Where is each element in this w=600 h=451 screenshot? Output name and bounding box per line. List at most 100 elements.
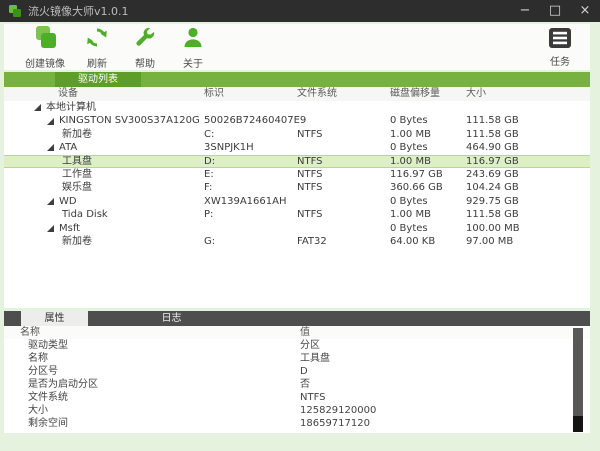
property-value: 否: [300, 378, 310, 391]
bottom-tab-bar: 属性 日志: [4, 311, 590, 326]
property-name: 文件系统: [28, 391, 68, 404]
device-label: 工具盘: [62, 155, 92, 168]
size-cell: 464.90 GB: [466, 141, 519, 154]
device-label: KINGSTON SV300S37A120G: [59, 114, 200, 127]
about-button[interactable]: 关于: [170, 26, 216, 68]
size-cell: 100.00 MB: [466, 222, 520, 235]
drive-row[interactable]: 娱乐盘F:NTFS360.66 GB104.24 GB: [4, 181, 590, 194]
size-cell: 97.00 MB: [466, 235, 513, 248]
maximize-button[interactable]: □: [548, 0, 562, 22]
properties-table-body: 驱动类型 分区名称工具盘分区号D是否为启动分区 否文件系统 NTFS 大小 1258291…: [4, 339, 590, 433]
expand-triangle-icon[interactable]: [47, 225, 54, 232]
property-row[interactable]: 分区号D: [4, 365, 590, 378]
toolbar-button-label: 任务: [550, 53, 570, 68]
device-cell: Tida Disk: [4, 208, 108, 221]
offset-cell: 0 Bytes: [390, 114, 428, 127]
expand-triangle-icon[interactable]: [47, 118, 54, 125]
column-header-offset: 磁盘偏移量: [390, 87, 440, 101]
tab-log[interactable]: 日志: [138, 311, 205, 326]
drive-row[interactable]: WDXW139A1661AH0 Bytes929.75 GB: [4, 195, 590, 208]
drive-row[interactable]: 新加卷G:FAT3264.00 KB97.00 MB: [4, 235, 590, 248]
device-cell: WD: [4, 195, 77, 208]
id-cell: XW139A1661AH: [204, 195, 286, 208]
toolbar-button-label: 创建镜像: [25, 55, 65, 70]
task-list-icon: [549, 28, 571, 52]
property-name: 是否为启动分区: [28, 378, 98, 391]
device-cell: ATA: [4, 141, 77, 154]
toolbar-button-label: 帮助: [135, 55, 155, 70]
help-button[interactable]: 帮助: [122, 26, 168, 68]
property-row[interactable]: 文件系统 NTFS: [4, 391, 590, 404]
scrollbar-thumb[interactable]: [573, 416, 583, 432]
refresh-button[interactable]: 刷新: [74, 26, 120, 68]
drive-row[interactable]: 工作盘E:NTFS116.97 GB243.69 GB: [4, 168, 590, 181]
id-cell: 3SNPJK1H: [204, 141, 254, 154]
offset-cell: 1.00 MB: [390, 155, 431, 168]
column-header-value: 值: [300, 326, 310, 339]
property-row[interactable]: 驱动类型 分区: [4, 339, 590, 352]
drive-row[interactable]: 工具盘 D: NTFS 1.00 MB 116.97 GB: [4, 155, 590, 168]
drive-row[interactable]: 本地计算机: [4, 101, 590, 114]
size-cell: 111.58 GB: [466, 208, 519, 221]
id-cell: E:: [204, 168, 214, 181]
minimize-button[interactable]: −: [518, 0, 532, 22]
tab-properties[interactable]: 属性: [21, 311, 88, 326]
offset-cell: 1.00 MB: [390, 128, 431, 141]
column-header-filesystem: 文件系统: [297, 87, 337, 101]
property-value: 分区: [300, 339, 320, 352]
property-value: 18659717120: [300, 417, 370, 430]
id-cell: C:: [204, 128, 214, 141]
filesystem-cell: NTFS: [297, 168, 323, 181]
drive-list-tab[interactable]: 驱动列表: [55, 72, 141, 87]
device-label: Msft: [59, 222, 80, 235]
titlebar: 流火镜像大师v1.0.1 − □ ×: [0, 0, 600, 22]
drive-table-header: 设备 标识 文件系统 磁盘偏移量 大小: [4, 87, 590, 101]
app-window: 流火镜像大师v1.0.1 − □ × 创建镜像: [0, 0, 600, 451]
filesystem-cell: NTFS: [297, 208, 323, 221]
device-label: 本地计算机: [46, 101, 96, 114]
toolbar-button-label: 刷新: [87, 55, 107, 70]
properties-scrollbar[interactable]: [573, 328, 583, 432]
property-row[interactable]: 大小 125829120000: [4, 404, 590, 417]
offset-cell: 0 Bytes: [390, 141, 428, 154]
device-label: Tida Disk: [62, 208, 108, 221]
column-header-device: 设备: [58, 87, 78, 101]
toolbar: 创建镜像 刷新 帮助: [4, 24, 590, 70]
id-cell: D:: [204, 155, 215, 168]
property-value: NTFS: [300, 391, 326, 404]
column-header-size: 大小: [466, 87, 486, 101]
app-icon: [8, 4, 22, 18]
wrench-icon: [133, 25, 157, 54]
expand-triangle-icon[interactable]: [47, 144, 54, 151]
filesystem-cell: NTFS: [297, 155, 323, 168]
drive-row[interactable]: Msft 0 Bytes 100.00 MB: [4, 222, 590, 235]
id-cell: G:: [204, 235, 215, 248]
device-label: 新加卷: [62, 128, 92, 141]
tasks-button[interactable]: 任务: [538, 27, 582, 69]
drive-row[interactable]: KINGSTON SV300S37A120G50026B72460407E90 …: [4, 114, 590, 127]
id-cell: P:: [204, 208, 213, 221]
create-image-button[interactable]: 创建镜像: [18, 26, 72, 68]
property-row[interactable]: 是否为启动分区 否: [4, 378, 590, 391]
size-cell: 243.69 GB: [466, 168, 519, 181]
property-value: 125829120000: [300, 404, 376, 417]
refresh-icon: [85, 25, 109, 54]
property-name: 驱动类型: [28, 339, 68, 352]
property-row[interactable]: 名称工具盘: [4, 352, 590, 365]
property-row[interactable]: 剩余空间 18659717120: [4, 417, 590, 430]
drive-row[interactable]: ATA 3SNPJK1H 0 Bytes 464.90 GB: [4, 141, 590, 154]
device-cell: 本地计算机: [4, 101, 96, 114]
drive-row[interactable]: Tida DiskP:NTFS1.00 MB111.58 GB: [4, 208, 590, 221]
property-name: 剩余空间: [28, 417, 68, 430]
window-title: 流火镜像大师v1.0.1: [28, 3, 129, 19]
device-cell: Msft: [4, 222, 80, 235]
property-name: 大小: [28, 404, 48, 417]
drive-row[interactable]: 新加卷C:NTFS1.00 MB111.58 GB: [4, 128, 590, 141]
toolbar-button-label: 关于: [183, 55, 203, 70]
expand-triangle-icon[interactable]: [47, 198, 54, 205]
size-cell: 116.97 GB: [466, 155, 519, 168]
close-button[interactable]: ×: [578, 0, 592, 22]
properties-table-header: 名称 值: [4, 326, 590, 339]
expand-triangle-icon[interactable]: [34, 104, 41, 111]
offset-cell: 0 Bytes: [390, 222, 428, 235]
